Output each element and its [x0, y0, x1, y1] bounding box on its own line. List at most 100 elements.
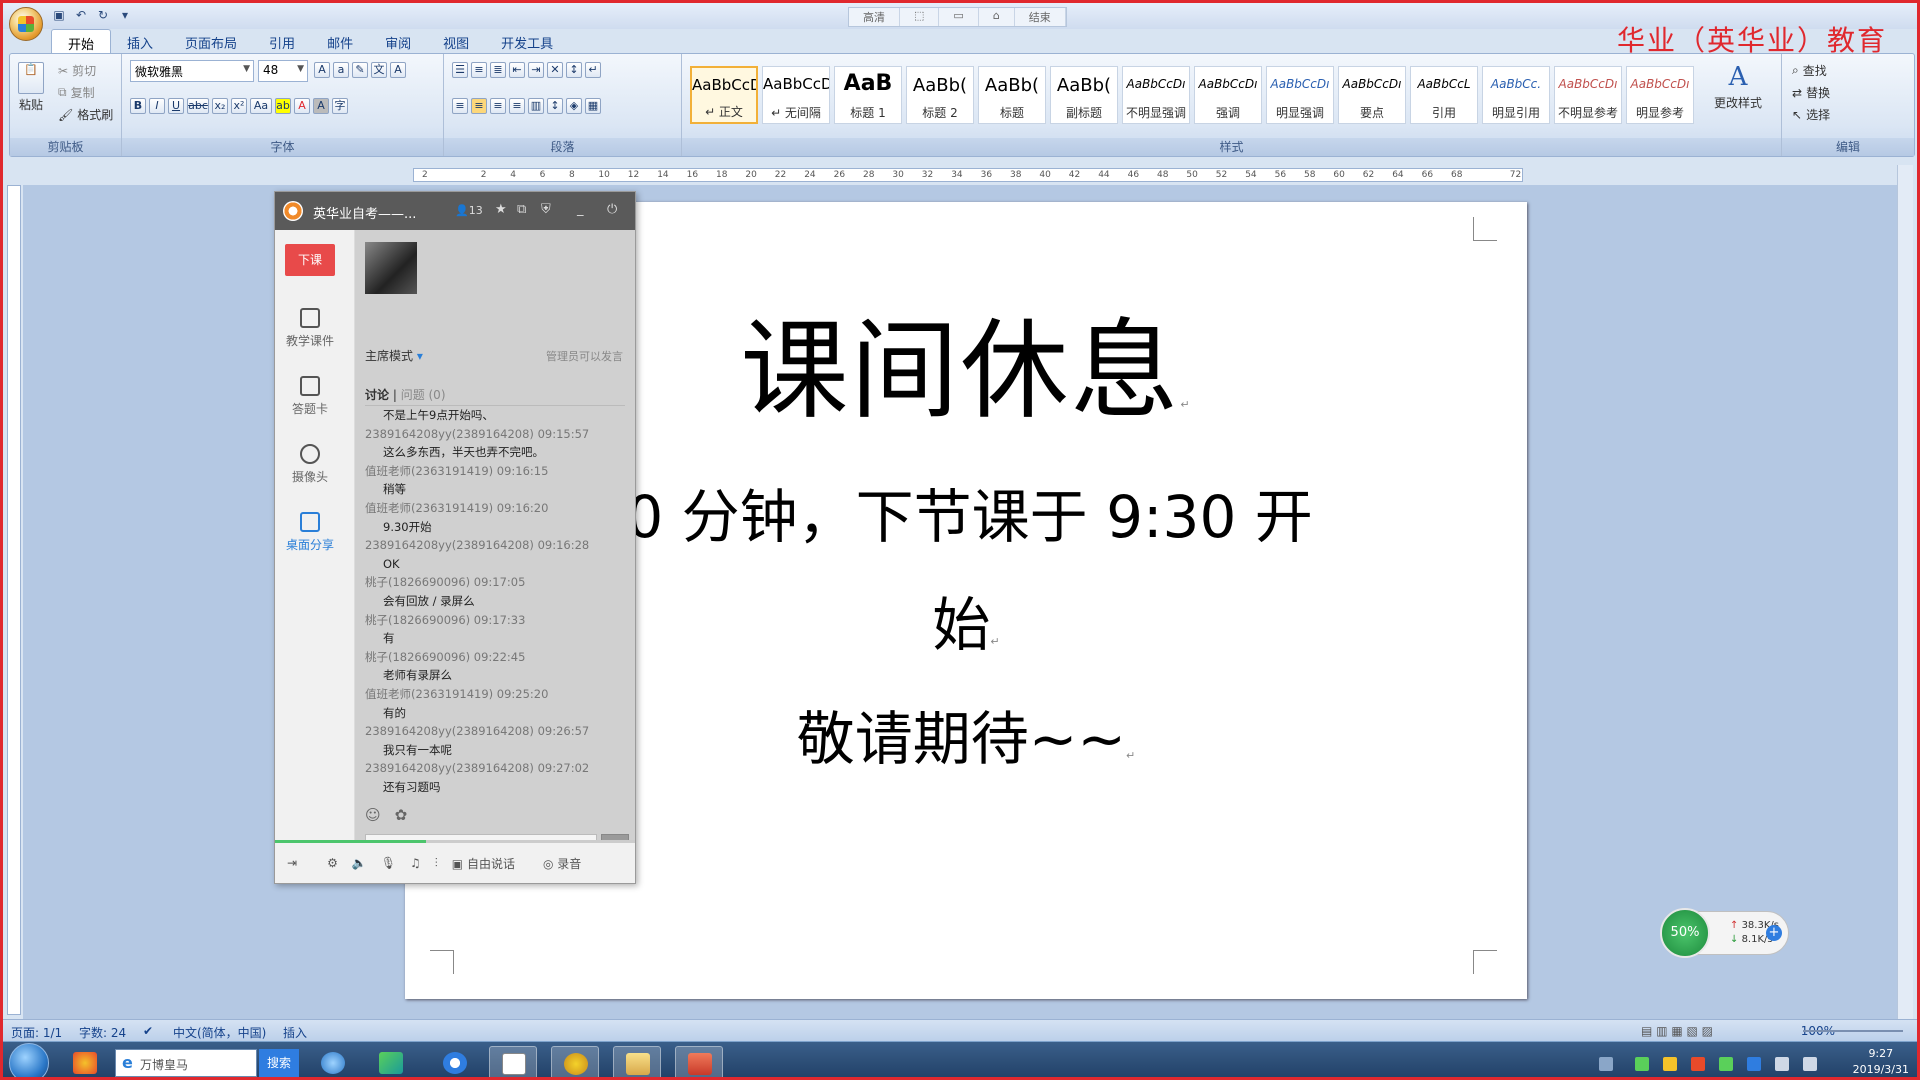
- sidebar-item-camera[interactable]: 摄像头: [275, 444, 345, 485]
- shading-icon[interactable]: ◈: [566, 98, 582, 114]
- style-item[interactable]: AaBbCcDı 不明显强调: [1122, 66, 1190, 124]
- grow-font-icon[interactable]: A: [314, 62, 330, 78]
- baidu-taskbar-button[interactable]: [431, 1046, 479, 1077]
- home-icon[interactable]: ⌂: [979, 8, 1015, 26]
- line-spacing-icon[interactable]: ↕: [547, 98, 563, 114]
- word-count[interactable]: 字数: 24: [79, 1024, 126, 1041]
- word-taskbar-button[interactable]: [489, 1046, 537, 1077]
- format-painter-button[interactable]: 🖌 格式刷: [58, 106, 113, 123]
- presentation-taskbar-button[interactable]: [675, 1046, 723, 1077]
- search-button[interactable]: 搜索: [259, 1049, 299, 1077]
- language[interactable]: 中文(简体，中国): [173, 1024, 266, 1041]
- align-center-icon[interactable]: ≡: [471, 98, 487, 114]
- shield-icon[interactable]: ⛨: [541, 202, 551, 217]
- font-color-icon[interactable]: A: [294, 98, 310, 114]
- strikethrough-icon[interactable]: abc: [187, 98, 209, 114]
- style-item[interactable]: AaBbCcDı 强调: [1194, 66, 1262, 124]
- network-speed-widget[interactable]: 50% ↑ 38.3K/s ↓ 8.1K/s +: [1660, 908, 1789, 958]
- style-item[interactable]: AaBbCcDı 明显强调: [1266, 66, 1334, 124]
- style-item[interactable]: AaBbCcD ↵ 正文: [690, 66, 758, 124]
- bold-icon[interactable]: B: [130, 98, 146, 114]
- tray-app-icon[interactable]: [1663, 1057, 1677, 1071]
- save-icon[interactable]: ▣: [51, 7, 67, 23]
- customize-qat-icon[interactable]: ▾: [117, 7, 133, 23]
- player-taskbar-button[interactable]: [367, 1046, 415, 1077]
- underline-icon[interactable]: U: [168, 98, 184, 114]
- message-list[interactable]: 2389164208yy(2389164208) 09:15:57 不是上午9点开…: [365, 406, 627, 798]
- sidebar-item-courseware[interactable]: 教学课件: [275, 308, 345, 349]
- view-buttons[interactable]: ▤ ▥ ▦ ▧ ▨: [1641, 1024, 1713, 1038]
- style-item[interactable]: AaBbCcDı 明显参考: [1626, 66, 1694, 124]
- style-item[interactable]: AaBbCcDı 要点: [1338, 66, 1406, 124]
- clear-format-icon[interactable]: ✎: [352, 62, 368, 78]
- tray-app-icon[interactable]: [1747, 1057, 1761, 1071]
- keyboard-icon[interactable]: [1599, 1057, 1613, 1071]
- sidebar-item-screen-share[interactable]: 桌面分享: [275, 512, 345, 553]
- change-case-icon[interactable]: Aa: [250, 98, 272, 114]
- numbering-icon[interactable]: ≡: [471, 62, 487, 78]
- phonetic-icon[interactable]: 文: [371, 62, 387, 78]
- record-button[interactable]: ◎ 录音: [543, 855, 581, 872]
- cut-button[interactable]: ✂ 剪切: [58, 62, 96, 79]
- style-item[interactable]: AaBb(副标题: [1050, 66, 1118, 124]
- page-count[interactable]: 页面: 1/1: [11, 1024, 62, 1041]
- style-item[interactable]: AaBbCc. 明显引用: [1482, 66, 1550, 124]
- tab-insert[interactable]: 插入: [111, 29, 169, 53]
- tray-app-icon[interactable]: [1691, 1057, 1705, 1071]
- end-share-button[interactable]: 结束: [1015, 8, 1066, 26]
- char-shading-icon[interactable]: A: [313, 98, 329, 114]
- align-right-icon[interactable]: ≡: [490, 98, 506, 114]
- superscript-icon[interactable]: x²: [231, 98, 247, 114]
- decrease-indent-icon[interactable]: ⇤: [509, 62, 525, 78]
- subscript-icon[interactable]: x₂: [212, 98, 228, 114]
- show-marks-icon[interactable]: ↵: [585, 62, 601, 78]
- zoom-slider[interactable]: [1803, 1030, 1903, 1032]
- tray-app-icon[interactable]: [1719, 1057, 1733, 1071]
- app-icon[interactable]: [61, 1046, 109, 1077]
- explorer-taskbar-button[interactable]: [613, 1046, 661, 1077]
- equalizer-icon[interactable]: ⫶: [435, 856, 438, 871]
- copy-window-icon[interactable]: ⧉: [517, 202, 526, 217]
- microphone-icon[interactable]: 🎙: [381, 856, 396, 870]
- increase-indent-icon[interactable]: ⇥: [528, 62, 544, 78]
- shrink-font-icon[interactable]: a: [333, 62, 349, 78]
- power-icon[interactable]: ⏻: [607, 202, 617, 217]
- tab-page-layout[interactable]: 页面布局: [169, 29, 253, 53]
- chinese-layout-icon[interactable]: ✕: [547, 62, 563, 78]
- find-button[interactable]: ⌕ 查找: [1792, 62, 1827, 79]
- undo-icon[interactable]: ↶: [73, 7, 89, 23]
- region-button[interactable]: ⬚: [900, 8, 940, 26]
- insert-mode[interactable]: 插入: [283, 1024, 307, 1041]
- char-border-icon[interactable]: A: [390, 62, 406, 78]
- hd-button[interactable]: 高清: [849, 8, 900, 26]
- borders-icon[interactable]: ▦: [585, 98, 601, 114]
- tab-developer[interactable]: 开发工具: [485, 29, 569, 53]
- proofing-icon[interactable]: ✔: [143, 1024, 153, 1038]
- chat-header[interactable]: 英华业自考——... 👤13 ★ ⧉ ⛨ _ ⏻: [275, 192, 635, 230]
- emoji-icon[interactable]: ☺: [365, 806, 381, 824]
- enclose-char-icon[interactable]: 字: [332, 98, 348, 114]
- vertical-scrollbar[interactable]: [1897, 165, 1913, 1019]
- style-item[interactable]: AaBbCcD ↵ 无间隔: [762, 66, 830, 124]
- change-styles-button[interactable]: A 更改样式: [1714, 62, 1762, 111]
- mode-selector[interactable]: 主席模式 ▾: [365, 347, 423, 364]
- minimize-icon[interactable]: _: [577, 202, 584, 217]
- style-item[interactable]: AaBbCcDı 不明显参考: [1554, 66, 1622, 124]
- free-talk-button[interactable]: ▣ 自由说话: [452, 855, 515, 872]
- multilevel-list-icon[interactable]: ≣: [490, 62, 506, 78]
- italic-icon[interactable]: I: [149, 98, 165, 114]
- ruler-scale[interactable]: 2 2 4 6 8 10 12 14 16 18 20 22 24 26 28 30 32 34 36 38 40 42 4…: [413, 168, 1523, 182]
- copy-button[interactable]: ⧉ 复制: [58, 84, 95, 101]
- distributed-icon[interactable]: ▥: [528, 98, 544, 114]
- flower-icon[interactable]: ✿: [395, 806, 408, 824]
- search-input[interactable]: 万博皇马: [115, 1049, 257, 1077]
- tab-home[interactable]: 开始: [51, 29, 112, 53]
- ie-taskbar-button[interactable]: [309, 1046, 357, 1077]
- music-icon[interactable]: ♫: [410, 856, 421, 870]
- redo-icon[interactable]: ↻: [95, 7, 111, 23]
- network-icon[interactable]: [1775, 1057, 1789, 1071]
- star-icon[interactable]: ★: [495, 202, 507, 217]
- style-item[interactable]: AaBb(标题: [978, 66, 1046, 124]
- align-left-icon[interactable]: ≡: [452, 98, 468, 114]
- select-button[interactable]: ↖ 选择: [1792, 106, 1830, 123]
